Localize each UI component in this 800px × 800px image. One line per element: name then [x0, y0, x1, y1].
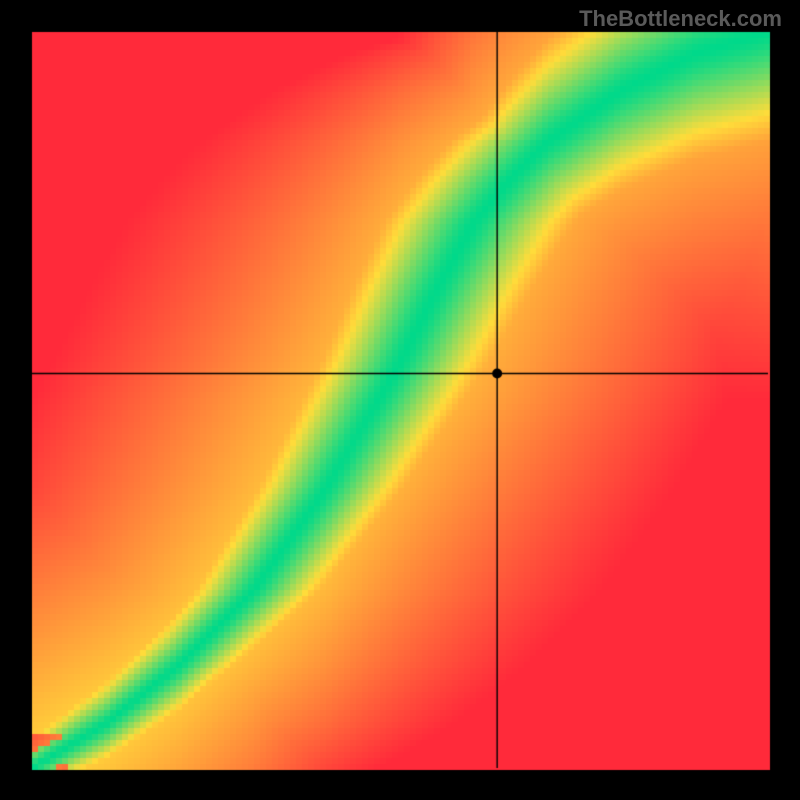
- chart-container: TheBottleneck.com: [0, 0, 800, 800]
- watermark-text: TheBottleneck.com: [579, 6, 782, 32]
- bottleneck-heatmap: [0, 0, 800, 800]
